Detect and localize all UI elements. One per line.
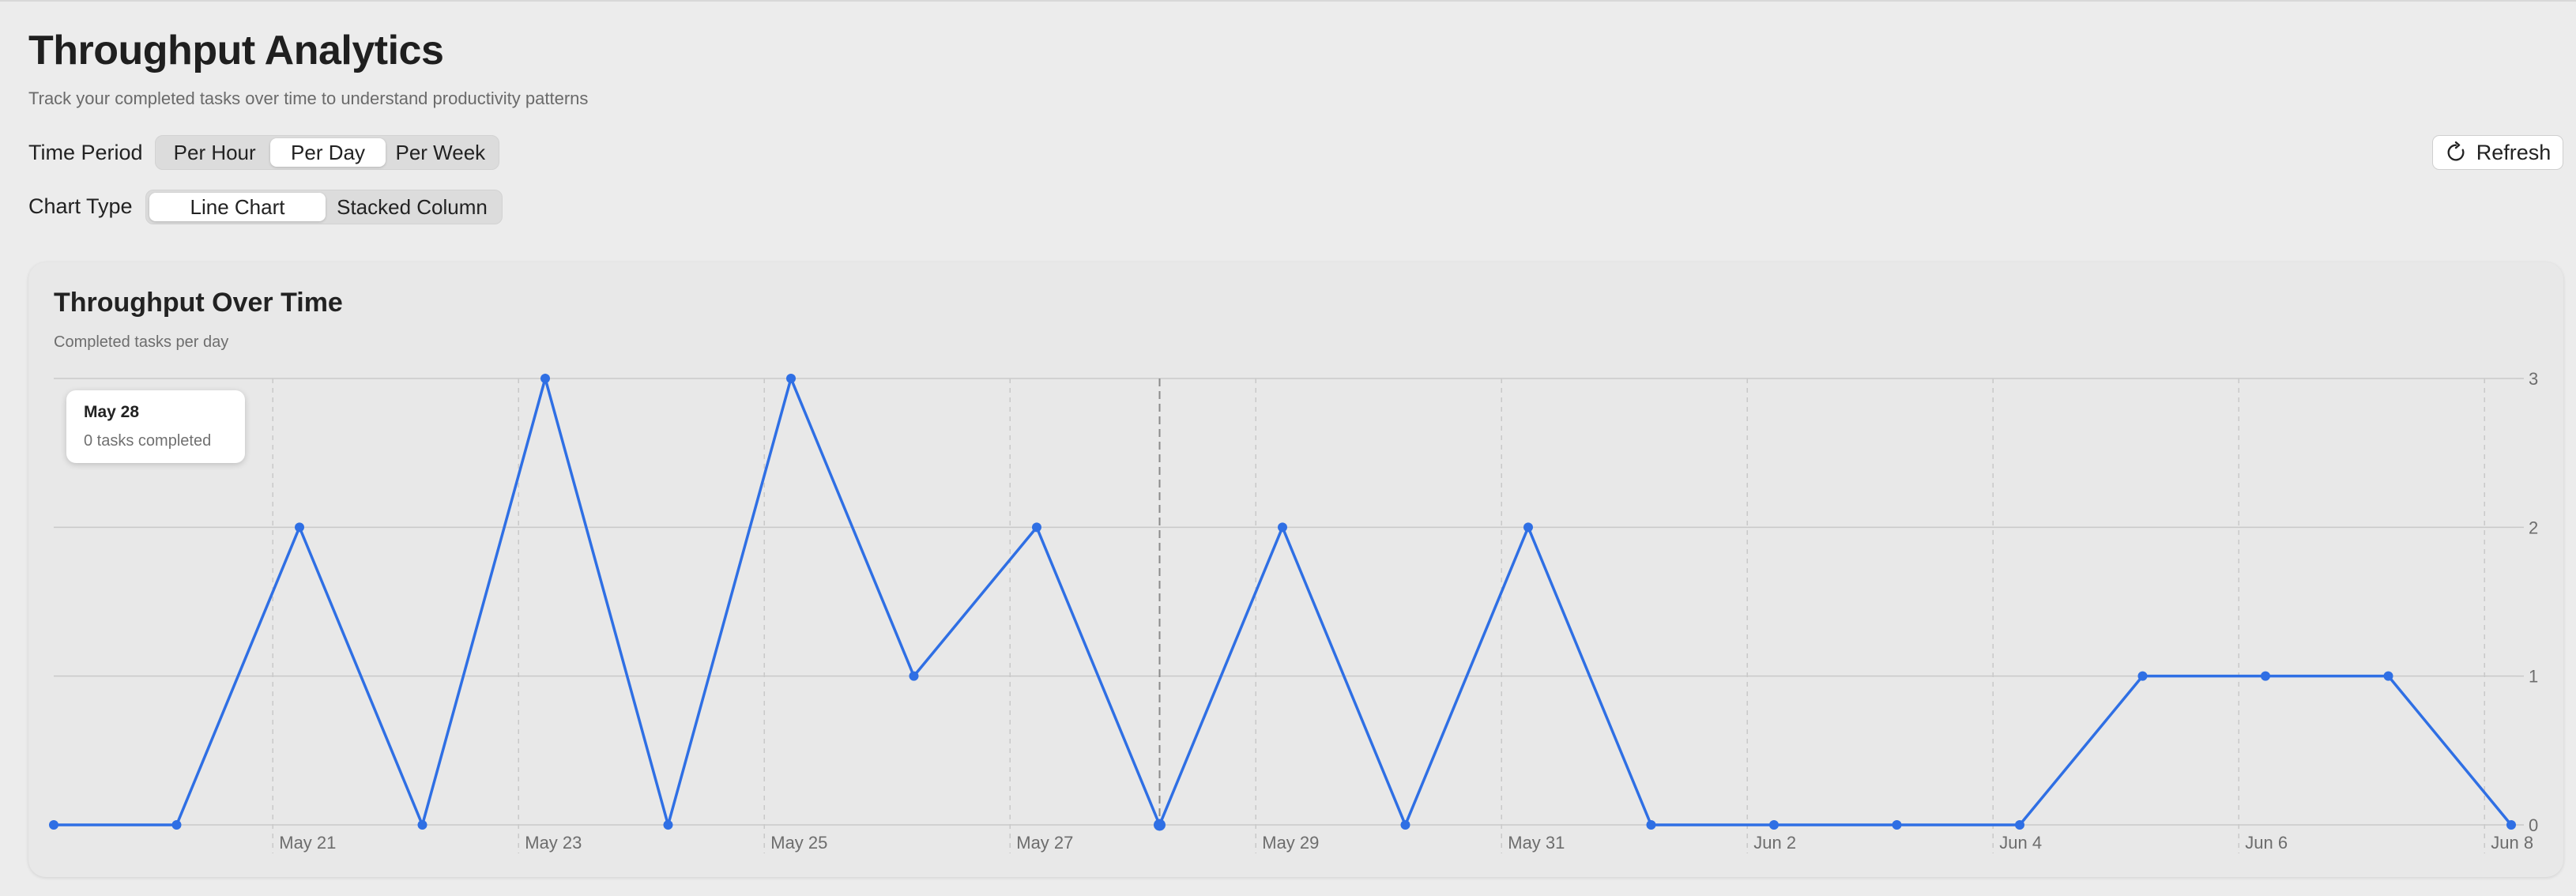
tooltip-value: 0 tasks completed bbox=[84, 432, 212, 450]
x-tick-label: May 29 bbox=[1262, 833, 1319, 853]
x-tick-label: May 25 bbox=[770, 833, 827, 853]
x-tick-label: Jun 4 bbox=[1999, 833, 2042, 853]
y-tick-label: 3 bbox=[2529, 369, 2538, 389]
x-tick-label: Jun 2 bbox=[1753, 833, 1796, 853]
data-point bbox=[540, 374, 550, 383]
data-point bbox=[2383, 671, 2393, 681]
x-tick-label: May 23 bbox=[525, 833, 582, 853]
y-tick-label: 1 bbox=[2529, 667, 2538, 687]
x-tick-label: Jun 6 bbox=[2245, 833, 2288, 853]
x-tick-label: Jun 8 bbox=[2491, 833, 2533, 853]
data-point bbox=[49, 820, 58, 830]
data-point bbox=[2261, 671, 2270, 681]
data-point bbox=[171, 820, 182, 830]
data-point bbox=[417, 820, 427, 830]
throughput-line-chart[interactable]: 0123May 21 May 23 May 25 May 27 May 29 May 31… bbox=[0, 0, 2576, 896]
x-tick-label: May 27 bbox=[1016, 833, 1073, 853]
x-tick-label: May 31 bbox=[1508, 833, 1565, 853]
x-tick-label: May 21 bbox=[279, 833, 336, 853]
data-point bbox=[2015, 820, 2024, 830]
data-point bbox=[2137, 671, 2148, 681]
data-point bbox=[1769, 820, 1779, 830]
data-point bbox=[909, 671, 919, 681]
data-point bbox=[786, 374, 796, 383]
series-line bbox=[54, 373, 2513, 830]
y-tick-label: 2 bbox=[2529, 518, 2538, 537]
data-point bbox=[1523, 522, 1533, 533]
data-point bbox=[1400, 820, 1410, 830]
data-point bbox=[2506, 820, 2516, 830]
data-point bbox=[1278, 522, 1287, 533]
tooltip-date: May 28 bbox=[84, 403, 140, 421]
data-point bbox=[1892, 820, 1902, 830]
chart-tooltip: May 28 0 tasks completed bbox=[66, 390, 245, 463]
data-point bbox=[295, 522, 304, 533]
data-point bbox=[1646, 820, 1656, 830]
highlighted-data-point bbox=[1154, 819, 1166, 831]
data-point bbox=[1032, 522, 1041, 533]
data-point bbox=[663, 820, 673, 830]
